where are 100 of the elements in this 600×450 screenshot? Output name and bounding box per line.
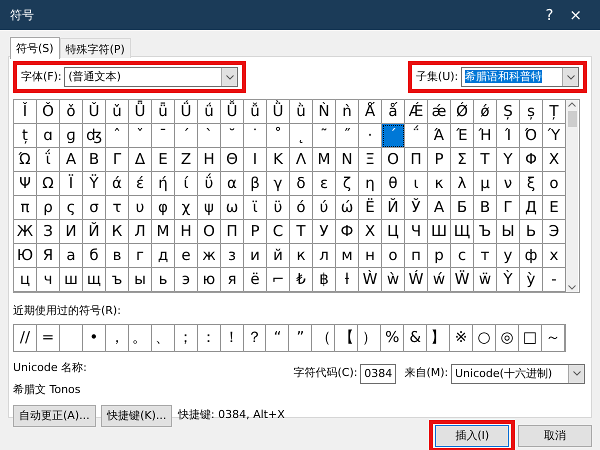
symbol-cell[interactable]: ₺ [290,268,313,292]
symbol-cell[interactable]: п [405,244,428,268]
symbol-cell[interactable]: Ъ [474,220,497,244]
symbol-cell[interactable]: χ [175,196,198,220]
symbol-cell[interactable]: ΐ [37,148,60,172]
symbol-cell[interactable]: ь [152,268,175,292]
symbol-cell[interactable]: ϋ [267,196,290,220]
symbol-cell[interactable]: Ν [336,148,359,172]
symbol-cell[interactable]: А [428,196,451,220]
symbol-cell[interactable]: ˚ [267,124,290,148]
symbol-cell[interactable]: ю [198,268,221,292]
symbol-cell[interactable]: α [221,172,244,196]
symbol-cell[interactable]: Ы [497,220,520,244]
symbol-cell[interactable]: ш [60,268,83,292]
close-button[interactable]: × [561,8,590,22]
symbol-cell[interactable]: Ў [405,196,428,220]
symbol-cell[interactable]: Ẁ [359,268,382,292]
symbol-cell[interactable]: Α [60,148,83,172]
symbol-cell[interactable]: Φ [520,148,543,172]
symbol-cell[interactable]: Д [520,196,543,220]
symbol-cell[interactable]: Ǜ [267,100,290,124]
dialog-button[interactable]: 自动更正(A)... [13,404,96,426]
symbol-cell[interactable]: Ι [244,148,267,172]
symbol-cell[interactable]: ˊ [175,124,198,148]
symbol-cell[interactable]: В [474,196,497,220]
symbol-cell[interactable]: Ё [359,196,382,220]
symbol-cell[interactable]: ẅ [474,268,497,292]
symbol-cell[interactable]: Ǽ [405,100,428,124]
symbol-cell[interactable]: Μ [313,148,336,172]
cancel-button[interactable]: 取消 [518,425,592,447]
symbol-cell[interactable]: η [359,172,382,196]
symbol-cell[interactable]: Ξ [359,148,382,172]
symbol-cell[interactable]: ф [520,244,543,268]
symbol-cell[interactable]: Ǘ [175,100,198,124]
symbol-cell[interactable]: Ϋ [83,172,106,196]
symbol-cell[interactable]: δ [290,172,313,196]
tab[interactable]: 符号(S) [10,37,60,59]
scrollbar[interactable] [566,100,578,292]
symbol-cell[interactable]: ˇ [129,124,152,148]
symbol-cell[interactable]: Ч [405,220,428,244]
symbol-cell[interactable]: ˝ [336,124,359,148]
symbol-cell[interactable]: ό [290,196,313,220]
symbol-cell[interactable]: ΅ [405,124,428,148]
symbol-cell[interactable]: ι [405,172,428,196]
symbol-cell[interactable]: Х [359,220,382,244]
symbol-cell[interactable]: Й [83,220,106,244]
symbol-cell[interactable]: ẁ [382,268,405,292]
symbol-cell[interactable]: б [83,244,106,268]
symbol-cell[interactable]: β [244,172,267,196]
symbol-cell[interactable]: ˙ [244,124,267,148]
symbol-cell[interactable]: Ю [14,244,37,268]
symbol-cell[interactable]: ΄ [382,124,405,148]
symbol-cell[interactable]: Ρ [428,148,451,172]
symbol-cell[interactable]: ч [37,268,60,292]
symbol-cell[interactable]: ή [152,172,175,196]
symbol-cell[interactable]: τ [106,196,129,220]
insert-button[interactable]: 插入(I) [435,425,510,447]
symbol-cell[interactable]: ρ [37,196,60,220]
symbol-cell[interactable]: в [106,244,129,268]
symbol-cell[interactable]: Β [83,148,106,172]
symbol-cell[interactable]: О [198,220,221,244]
symbol-cell[interactable]: Ή [474,124,497,148]
symbol-cell[interactable]: ˋ [198,124,221,148]
symbol-cell[interactable]: ẃ [428,268,451,292]
symbol-cell[interactable]: κ [428,172,451,196]
symbol-cell[interactable]: Σ [451,148,474,172]
symbol-cell[interactable]: ɡ [60,124,83,148]
symbol-cell[interactable]: ǚ [244,100,267,124]
tab[interactable]: 特殊字符(P) [60,38,131,58]
symbol-cell[interactable]: Τ [474,148,497,172]
symbol-cell[interactable]: ΰ [198,172,221,196]
symbol-cell[interactable]: Щ [451,220,474,244]
symbol-cell[interactable]: ώ [336,196,359,220]
symbol-cell[interactable]: Ǹ [313,100,336,124]
symbol-cell[interactable]: Й [382,196,405,220]
symbol-cell[interactable]: Έ [451,124,474,148]
symbol-cell[interactable]: Ǿ [451,100,474,124]
symbol-cell[interactable]: Π [405,148,428,172]
symbol-cell[interactable]: Θ [221,148,244,172]
char-code-field[interactable]: 0384 [360,364,396,384]
symbol-cell[interactable]: з [221,244,244,268]
symbol-cell[interactable]: Υ [497,148,520,172]
symbol-cell[interactable]: Δ [129,148,152,172]
symbol-cell[interactable]: έ [129,172,152,196]
symbol-cell[interactable]: ǜ [290,100,313,124]
symbol-cell[interactable]: ǽ [428,100,451,124]
symbol-cell[interactable]: ɑ [37,124,60,148]
symbol-cell[interactable]: ǿ [474,100,497,124]
symbol-cell[interactable]: Ǔ [83,100,106,124]
symbol-cell[interactable]: й [267,244,290,268]
symbol-cell[interactable]: ε [313,172,336,196]
symbol-cell[interactable]: а [60,244,83,268]
symbol-cell[interactable]: к [290,244,313,268]
symbol-cell[interactable]: Ω [37,172,60,196]
symbol-cell[interactable]: л [313,244,336,268]
symbol-cell[interactable]: λ [451,172,474,196]
symbol-cell[interactable]: ύ [313,196,336,220]
symbol-cell[interactable]: Η [198,148,221,172]
symbol-cell[interactable]: г [129,244,152,268]
symbol-cell[interactable]: Ǖ [129,100,152,124]
